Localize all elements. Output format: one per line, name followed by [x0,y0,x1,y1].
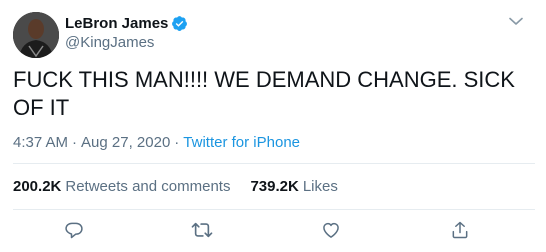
display-name[interactable]: LeBron James [65,15,168,32]
retweet-button[interactable] [188,218,216,246]
meta-separator: · [72,134,78,151]
tweet-meta: 4:37 AM · Aug 27, 2020 · Twitter for iPh… [13,134,300,151]
verified-badge-icon [171,15,188,32]
more-options-button[interactable] [506,12,526,32]
tweet-time[interactable]: 4:37 AM [13,134,68,151]
tweet-text: FUCK THIS MAN!!!! WE DEMAND CHANGE. SICK… [13,67,515,120]
tweet-actions [0,218,546,246]
retweet-icon [191,220,213,245]
share-button[interactable] [446,218,474,246]
retweets-label: Retweets and comments [65,178,231,195]
likes-count: 739.2K [250,178,299,195]
retweets-count: 200.2K [13,178,62,195]
reply-icon [64,220,84,245]
like-button[interactable] [317,218,345,246]
reply-button[interactable] [60,218,88,246]
avatar[interactable] [13,12,59,58]
tweet-card: LeBron James @KingJames FUCK THIS MAN!!!… [0,0,546,252]
divider [13,163,535,164]
tweet-source-link[interactable]: Twitter for iPhone [183,134,300,151]
display-name-row: LeBron James [65,13,188,33]
tweet-date[interactable]: Aug 27, 2020 [81,134,170,151]
avatar-image [13,12,59,58]
chevron-down-icon [509,13,523,31]
tweet-stats: 200.2K Retweets and comments 739.2K Like… [13,178,358,195]
heart-icon [321,220,341,245]
likes-stat[interactable]: 739.2K Likes [250,178,337,195]
user-handle[interactable]: @KingJames [65,34,188,51]
divider [13,209,535,210]
retweets-stat[interactable]: 200.2K Retweets and comments [13,178,230,195]
user-info[interactable]: LeBron James @KingJames [65,13,188,51]
likes-label: Likes [302,178,338,195]
meta-separator: · [174,134,180,151]
share-icon [450,220,470,245]
